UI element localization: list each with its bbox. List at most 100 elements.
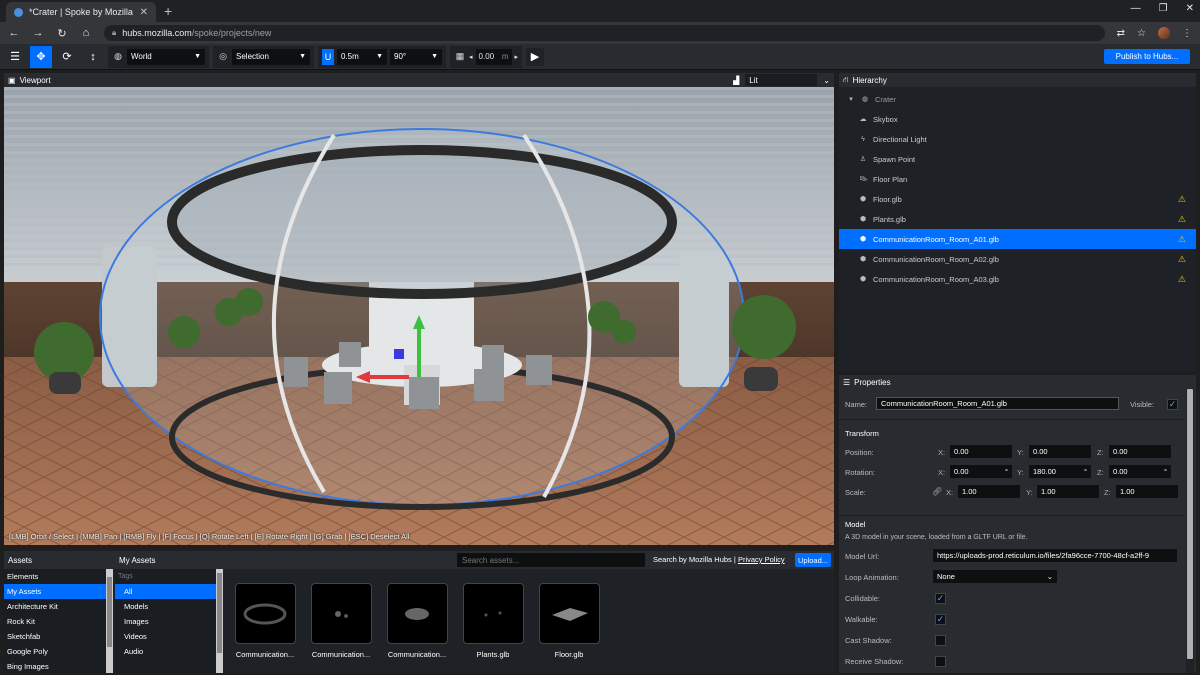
restore-icon[interactable]: ❐ xyxy=(1159,3,1168,14)
translate-tool-icon[interactable]: ✥ xyxy=(30,45,52,68)
grid-increase-icon[interactable]: ▸ xyxy=(515,53,519,61)
menu-kebab-icon[interactable]: ⋮ xyxy=(1182,28,1192,39)
source-bing-images[interactable]: Bing Images xyxy=(4,659,113,674)
receive-shadow-checkbox[interactable] xyxy=(935,656,946,667)
hierarchy-item-plants-glb[interactable]: ⬢ Plants.glb ⚠ xyxy=(839,209,1196,229)
scrollbar-thumb[interactable] xyxy=(107,577,112,647)
render-mode-select[interactable]: Lit xyxy=(745,74,818,86)
position-x-input[interactable]: 0.00 xyxy=(950,445,1012,458)
hierarchy-item-room-a01[interactable]: ⬢ CommunicationRoom_Room_A01.glb ⚠ xyxy=(839,229,1196,249)
transform-space-group: ◍ World ▼ xyxy=(108,45,209,68)
model-url-input[interactable]: https://uploads-prod.reticulum.io/files/… xyxy=(933,549,1177,562)
forward-arrow-icon[interactable]: → xyxy=(32,27,44,39)
source-my-assets[interactable]: My Assets xyxy=(4,584,113,599)
visible-checkbox[interactable]: ✓ xyxy=(1167,399,1178,410)
tag-videos[interactable]: Videos xyxy=(115,629,223,644)
walkable-checkbox[interactable]: ✓ xyxy=(935,614,946,625)
scale-y-input[interactable]: 1.00 xyxy=(1037,485,1099,498)
3d-scene-canvas[interactable]: [LMB] Orbit / Select | [MMB] Pan | [RMB]… xyxy=(4,87,834,545)
stats-chart-icon[interactable]: ▟ xyxy=(733,76,739,85)
rotation-z-value: 0.00 xyxy=(1113,467,1128,476)
menu-hamburger-icon[interactable]: ☰ xyxy=(4,46,26,68)
grid-icon[interactable]: ▦ xyxy=(454,51,466,62)
asset-thumbnail[interactable] xyxy=(234,583,296,644)
asset-item[interactable]: Communication... xyxy=(386,583,448,659)
tag-all[interactable]: All xyxy=(115,584,223,599)
tag-audio[interactable]: Audio xyxy=(115,644,223,659)
source-architecture-kit[interactable]: Architecture Kit xyxy=(4,599,113,614)
upload-button[interactable]: Upload... xyxy=(795,553,831,567)
tag-list-scrollbar[interactable] xyxy=(216,569,223,673)
url-input[interactable]: 🔒︎ hubs.mozilla.com/spoke/projects/new xyxy=(104,25,1105,41)
source-rock-kit[interactable]: Rock Kit xyxy=(4,614,113,629)
asset-thumbnail[interactable] xyxy=(462,583,524,644)
home-icon[interactable]: ⌂ xyxy=(80,27,92,39)
snap-translate-select[interactable]: 0.5m ▼ xyxy=(337,48,387,65)
rotation-x-input[interactable]: 0.00 ° xyxy=(950,465,1012,478)
source-elements[interactable]: Elements xyxy=(4,569,113,584)
scrollbar-thumb[interactable] xyxy=(217,573,222,653)
play-icon[interactable]: ▶ xyxy=(526,47,545,66)
source-list-scrollbar[interactable] xyxy=(106,569,113,673)
hierarchy-root[interactable]: ▾ ◍ Crater xyxy=(839,89,1196,109)
hierarchy-item-label: Floor Plan xyxy=(873,174,908,184)
asset-item[interactable]: Communication... xyxy=(310,583,372,659)
hierarchy-item-room-a03[interactable]: ⬢ CommunicationRoom_Room_A03.glb ⚠ xyxy=(839,269,1196,289)
tag-images[interactable]: Images xyxy=(115,614,223,629)
position-y-input[interactable]: 0.00 xyxy=(1029,445,1091,458)
hierarchy-item-spawn-point[interactable]: ♙ Spawn Point xyxy=(839,149,1196,169)
asset-item[interactable]: Communication... xyxy=(234,583,296,659)
profile-avatar[interactable] xyxy=(1158,27,1170,39)
axis-x-label: X: xyxy=(938,468,946,477)
browser-tab[interactable]: *Crater | Spoke by Mozilla ✕ xyxy=(6,2,156,22)
scale-tool-icon[interactable]: ↕ xyxy=(82,46,104,68)
grid-decrease-icon[interactable]: ◂ xyxy=(469,53,473,61)
loop-animation-select[interactable]: None ⌄ xyxy=(933,570,1057,583)
asset-search-input[interactable]: Search assets... xyxy=(457,553,645,567)
source-google-poly[interactable]: Google Poly xyxy=(4,644,113,659)
chevron-down-icon[interactable]: ⌄ xyxy=(823,76,830,85)
hierarchy-item-room-a02[interactable]: ⬢ CommunicationRoom_Room_A02.glb ⚠ xyxy=(839,249,1196,269)
hierarchy-item-floor-glb[interactable]: ⬢ Floor.glb ⚠ xyxy=(839,189,1196,209)
close-window-icon[interactable]: ✕ xyxy=(1186,3,1194,14)
properties-scrollbar[interactable] xyxy=(1186,389,1194,673)
tag-models[interactable]: Models xyxy=(115,599,223,614)
rotation-y-input[interactable]: 180.00 ° xyxy=(1029,465,1091,478)
position-z-input[interactable]: 0.00 xyxy=(1109,445,1171,458)
hierarchy-item-skybox[interactable]: ☁ Skybox xyxy=(839,109,1196,129)
collidable-checkbox[interactable]: ✓ xyxy=(935,593,946,604)
transform-space-select[interactable]: World ▼ xyxy=(127,48,205,65)
link-scale-icon[interactable]: 🔗︎ xyxy=(932,487,942,496)
snap-magnet-icon[interactable]: U xyxy=(322,48,334,65)
snap-rotate-select[interactable]: 90° ▼ xyxy=(390,48,442,65)
bookmark-star-icon[interactable]: ☆ xyxy=(1137,28,1146,39)
reload-icon[interactable]: ↻ xyxy=(56,27,68,40)
rotate-tool-icon[interactable]: ⟳ xyxy=(56,46,78,68)
caret-down-icon[interactable]: ▾ xyxy=(847,95,855,103)
source-sketchfab[interactable]: Sketchfab xyxy=(4,629,113,644)
grid-height-input[interactable]: 0.00 m xyxy=(475,48,512,65)
scrollbar-thumb[interactable] xyxy=(1187,389,1193,659)
translate-icon[interactable]: ⇄ xyxy=(1117,28,1125,39)
scale-z-input[interactable]: 1.00 xyxy=(1116,485,1178,498)
hierarchy-item-directional-light[interactable]: ϟ Directional Light xyxy=(839,129,1196,149)
back-arrow-icon[interactable]: ← xyxy=(8,27,20,39)
rotation-z-input[interactable]: 0.00 ° xyxy=(1109,465,1171,478)
cast-shadow-checkbox[interactable] xyxy=(935,635,946,646)
privacy-policy-link[interactable]: Privacy Policy xyxy=(738,555,785,564)
asset-item[interactable]: Plants.glb xyxy=(462,583,524,659)
asset-thumbnail[interactable] xyxy=(538,583,600,644)
name-input[interactable]: CommunicationRoom_Room_A01.glb xyxy=(876,397,1119,410)
asset-item[interactable]: Floor.glb xyxy=(538,583,600,659)
pivot-select[interactable]: Selection ▼ xyxy=(232,48,310,65)
hierarchy-item-floor-plan[interactable]: 👟︎ Floor Plan xyxy=(839,169,1196,189)
publish-to-hubs-button[interactable]: Publish to Hubs... xyxy=(1104,49,1190,64)
asset-preview xyxy=(335,610,348,618)
minimize-icon[interactable]: — xyxy=(1131,3,1141,14)
asset-thumbnail[interactable] xyxy=(310,583,372,644)
asset-thumbnail[interactable] xyxy=(386,583,448,644)
close-tab-icon[interactable]: ✕ xyxy=(140,7,148,18)
bolt-icon: ϟ xyxy=(861,135,865,143)
scale-x-input[interactable]: 1.00 xyxy=(958,485,1020,498)
new-tab-button[interactable]: + xyxy=(164,3,172,19)
